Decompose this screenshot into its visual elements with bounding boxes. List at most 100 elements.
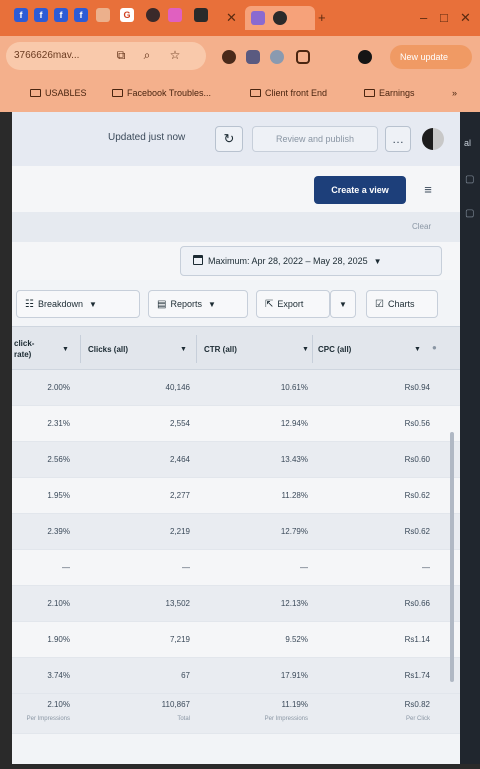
settings-sliders-icon[interactable]: ≡ — [417, 178, 439, 202]
browser-update-button[interactable]: New update — [390, 45, 472, 69]
url-bar[interactable]: 3766626mav... ⧉ ⌕ ☆ — [6, 42, 206, 70]
extension-icon[interactable] — [270, 50, 284, 64]
install-app-icon[interactable]: ⧉ — [114, 48, 128, 62]
table-row[interactable]: 2.31% 2,554 12.94% Rs0.56 — [12, 406, 460, 442]
table-cell: — — [182, 563, 190, 572]
table-cell: Rs1.14 — [404, 635, 430, 644]
folder-icon — [112, 89, 123, 97]
totals-sublabel: Per Click — [405, 716, 430, 722]
table-row[interactable]: 1.95% 2,277 11.28% Rs0.62 — [12, 478, 460, 514]
account-avatar[interactable] — [422, 128, 444, 150]
sort-icon: ▼ — [302, 345, 309, 353]
bookmark-folder[interactable]: Facebook Troubles... — [112, 88, 211, 98]
totals-sublabel: Total — [177, 716, 190, 722]
bookmark-star-icon[interactable]: ☆ — [168, 48, 182, 62]
filter-row: Clear — [12, 212, 460, 242]
table-cell: 1.95% — [47, 491, 70, 500]
new-tab-icon[interactable]: + — [318, 10, 326, 25]
table-cell: 3.74% — [47, 671, 70, 680]
sort-icon: ▼ — [414, 345, 421, 353]
facebook-tab-icon[interactable]: f — [14, 8, 28, 22]
table-cell: 7,219 — [169, 635, 190, 644]
panel-icon[interactable]: ▢ — [465, 174, 474, 185]
maximize-icon[interactable]: □ — [440, 10, 448, 25]
bookmark-folder[interactable]: Earnings — [364, 88, 415, 98]
table-row[interactable]: — — — — — [12, 550, 460, 586]
table-cell: 2.00% — [47, 383, 70, 392]
table-cell: 2,554 — [169, 419, 190, 428]
column-label: CTR (all) — [204, 344, 237, 354]
google-tab-icon[interactable]: G — [120, 8, 134, 22]
table-scrollbar[interactable] — [450, 432, 454, 682]
address-bar-row: 3766626mav... ⧉ ⌕ ☆ New update — [0, 36, 480, 78]
table-cell: 2.56% — [47, 455, 70, 464]
bookmark-folder[interactable]: USABLES — [30, 88, 87, 98]
add-column-icon[interactable]: ● — [432, 343, 437, 352]
table-cell: Rs0.66 — [404, 599, 430, 608]
review-publish-button[interactable]: Review and publish — [252, 126, 378, 152]
clear-filters-link[interactable]: Clear — [412, 222, 431, 231]
table-cell: 67 — [181, 671, 190, 680]
table-cell: Rs0.56 — [404, 419, 430, 428]
close-tab-icon[interactable]: ✕ — [226, 10, 237, 26]
create-view-button[interactable]: Create a view — [314, 176, 406, 204]
bookmark-folder[interactable]: Client front End — [250, 88, 327, 98]
tab-icon[interactable] — [194, 8, 208, 22]
table-row[interactable]: 2.10% 13,502 12.13% Rs0.66 — [12, 586, 460, 622]
panel-icon[interactable]: ▢ — [465, 208, 474, 219]
table-cell: — — [422, 563, 430, 572]
extension-icon[interactable] — [246, 50, 260, 64]
zoom-icon[interactable]: ⌕ — [140, 48, 154, 62]
table-cell: 1.90% — [47, 635, 70, 644]
totals-row: 2.10% Per Impressions 110,867 Total 11.19% Pe… — [12, 694, 460, 734]
export-button[interactable]: ⇱ Export — [256, 290, 330, 318]
table-header: click- rate) ▼ Clicks (all) ▼ CTR (all) … — [12, 326, 460, 370]
more-options-button[interactable]: … — [385, 126, 411, 152]
column-header-click-rate[interactable]: click- rate) ▼ — [14, 327, 74, 371]
charts-button[interactable]: ☑ Charts — [366, 290, 438, 318]
table-cell: 12.13% — [280, 599, 308, 608]
table-cell: 2.10% — [47, 599, 70, 608]
facebook-tab-icon[interactable]: f — [74, 8, 88, 22]
reports-button[interactable]: ▤ Reports ▼ — [148, 290, 248, 318]
refresh-button[interactable]: ↻ — [215, 126, 243, 152]
tab-icon[interactable] — [146, 8, 160, 22]
column-label: CPC (all) — [318, 344, 352, 354]
totals-sublabel: Per Impressions — [264, 716, 308, 722]
facebook-tab-icon[interactable]: f — [54, 8, 68, 22]
tab-icon[interactable] — [96, 8, 110, 22]
totals-sublabel: Per Impressions — [26, 716, 70, 722]
tab-icon[interactable] — [168, 8, 182, 22]
column-label: click- rate) — [14, 339, 35, 359]
table-cell: 12.94% — [280, 419, 308, 428]
table-row[interactable]: 2.56% 2,464 13.43% Rs0.60 — [12, 442, 460, 478]
export-icon: ⇱ — [265, 299, 274, 310]
table-row[interactable]: 3.74% 67 17.91% Rs1.74 — [12, 658, 460, 694]
profile-avatar-icon[interactable] — [358, 50, 372, 64]
table-row[interactable]: 2.00% 40,146 10.61% Rs0.94 — [12, 370, 460, 406]
table-row[interactable]: 1.90% 7,219 9.52% Rs1.14 — [12, 622, 460, 658]
active-tab[interactable] — [245, 6, 315, 30]
calendar-icon — [193, 255, 203, 265]
extensions-puzzle-icon[interactable] — [296, 50, 310, 64]
sort-icon: ▼ — [180, 345, 187, 353]
minimize-icon[interactable]: – — [420, 10, 427, 25]
table-cell: Rs0.62 — [404, 527, 430, 536]
facebook-tab-icon[interactable]: f — [34, 8, 48, 22]
more-bookmarks-icon[interactable]: » — [452, 88, 457, 98]
table-cell: 2,464 — [169, 455, 190, 464]
totals-cell: 110,867 — [161, 700, 190, 709]
table-cell: Rs0.94 — [404, 383, 430, 392]
close-window-icon[interactable]: ✕ — [460, 10, 471, 26]
column-header-clicks[interactable]: Clicks (all) ▼ — [88, 327, 192, 371]
date-range-picker[interactable]: Maximum: Apr 28, 2022 – May 28, 2025 ▼ — [180, 246, 442, 276]
column-header-ctr[interactable]: CTR (all) ▼ — [204, 327, 314, 371]
table-row[interactable]: 2.39% 2,219 12.79% Rs0.62 — [12, 514, 460, 550]
totals-cell: Rs0.82 — [404, 700, 430, 709]
folder-icon — [30, 89, 41, 97]
breakdown-label: Breakdown — [37, 299, 83, 309]
column-header-cpc[interactable]: CPC (all) ▼ — [318, 327, 428, 371]
extension-icon[interactable] — [222, 50, 236, 64]
breakdown-button[interactable]: ☷ Breakdown ▼ — [16, 290, 140, 318]
export-dropdown-button[interactable]: ▼ — [330, 290, 356, 318]
